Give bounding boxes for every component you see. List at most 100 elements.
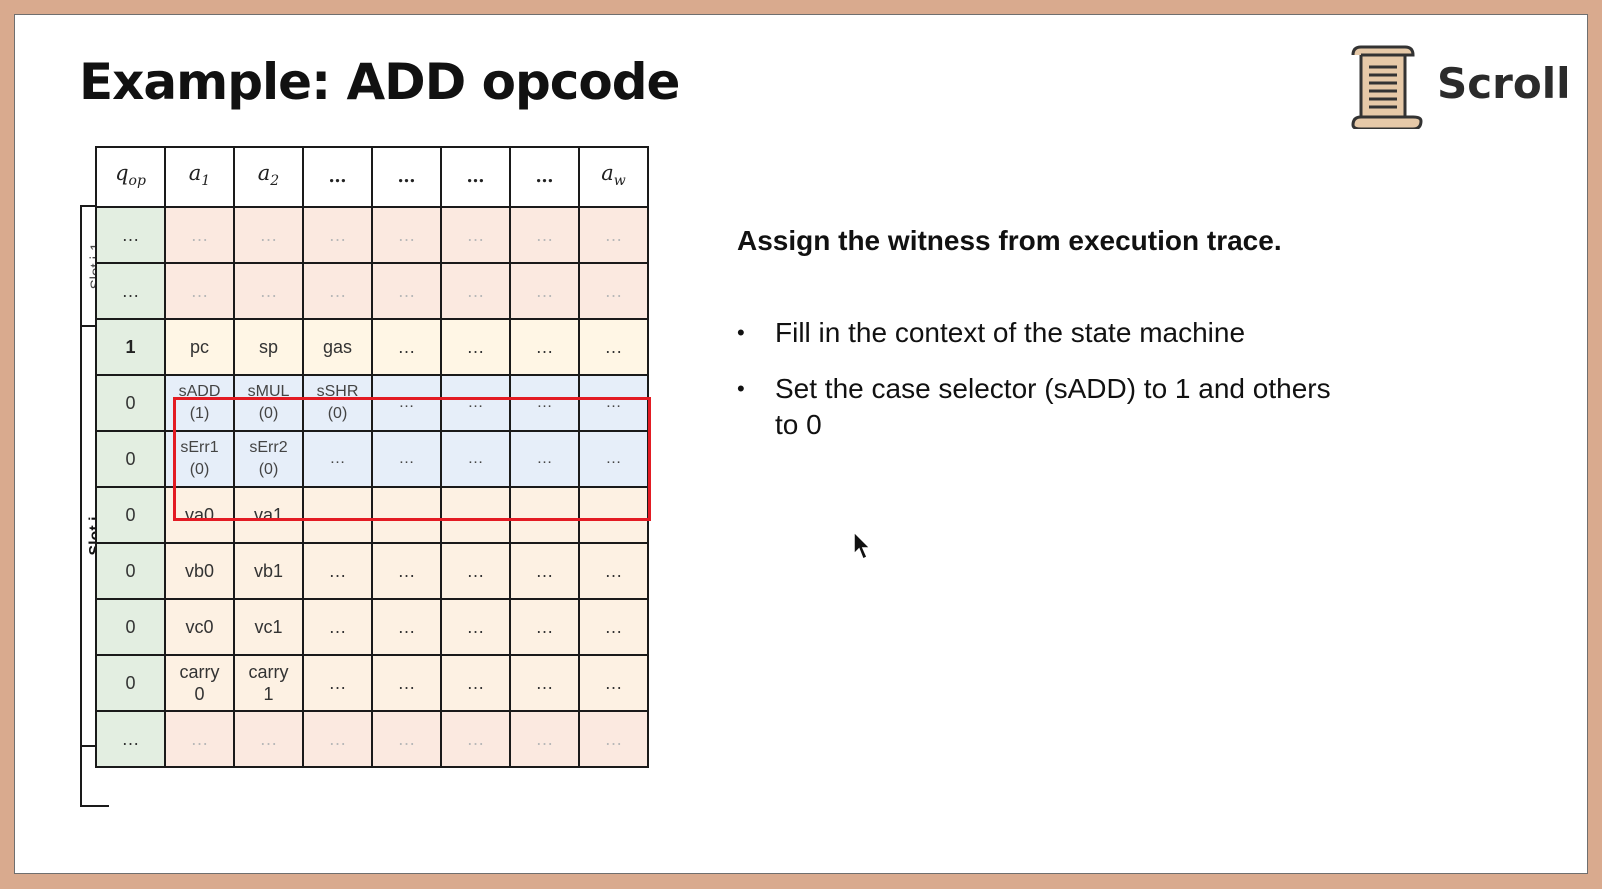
cell-line: carry [248, 662, 289, 682]
cell-q-op: 0 [95, 598, 166, 656]
table-cell: sErr1 (0) [164, 430, 235, 488]
table-cell: … [302, 654, 373, 712]
bullet-glyph: • [737, 376, 745, 401]
table-row: …………………… [95, 206, 649, 264]
cell-line: (0) [189, 461, 210, 478]
table-cell: … [371, 710, 442, 768]
cell-q-op: 0 [95, 430, 166, 488]
table-cell: … [302, 262, 373, 320]
table-cell: … [302, 598, 373, 656]
table-cell: … [509, 374, 580, 432]
table-cell: … [371, 262, 442, 320]
table-cell: vc0 [164, 598, 235, 656]
table-cell: … [371, 542, 442, 600]
table-cell: … [371, 430, 442, 488]
table-row: 0 sADD (1) sMUL (0) sSHR (0)………… [95, 374, 649, 432]
scroll-icon [1351, 45, 1423, 129]
cell-line: sSHR [316, 383, 359, 400]
table-cell: … [509, 542, 580, 600]
cell-q-op: … [95, 262, 166, 320]
header-ellipsis: … [509, 146, 580, 208]
table-row: 0 carry 0 carry 1…………… [95, 654, 649, 712]
table-cell: … [302, 486, 373, 544]
table-cell: … [440, 542, 511, 600]
cell-line: (0) [327, 405, 348, 422]
table-cell: sADD (1) [164, 374, 235, 432]
cell-line: (0) [258, 461, 279, 478]
table-cell: … [371, 318, 442, 376]
cell-line: 1 [263, 684, 274, 704]
table-cell: … [509, 206, 580, 264]
table-cell: … [440, 206, 511, 264]
cell-line: sErr1 [180, 439, 219, 456]
cell-q-op: 0 [95, 654, 166, 712]
table-header-row: qop a1 a2 … … … … aw [95, 146, 649, 208]
header-ellipsis: … [302, 146, 373, 208]
table-cell: vb0 [164, 542, 235, 600]
cell-q-op: … [95, 206, 166, 264]
slide: Example: ADD opcode Scroll Slot i-1 Slot… [14, 14, 1588, 874]
table-cell: sErr2 (0) [233, 430, 304, 488]
table-cell: vc1 [233, 598, 304, 656]
table-cell: … [371, 598, 442, 656]
table-cell: … [440, 318, 511, 376]
cell-q-op: 0 [95, 542, 166, 600]
table-cell: sMUL (0) [233, 374, 304, 432]
slide-title: Example: ADD opcode [79, 53, 680, 111]
header-q-op: qop [95, 146, 166, 208]
bullet-glyph: • [737, 320, 745, 345]
table-row: 0 sErr1 (0) sErr2 (0)…………… [95, 430, 649, 488]
table-cell: … [164, 710, 235, 768]
table-cell: … [440, 654, 511, 712]
table-cell: … [164, 262, 235, 320]
header-ellipsis: … [440, 146, 511, 208]
table-cell: va0 [164, 486, 235, 544]
table-cell: … [578, 654, 649, 712]
header-ellipsis: … [371, 146, 442, 208]
table-cell: … [509, 430, 580, 488]
table-cell: … [440, 262, 511, 320]
table-cell: gas [302, 318, 373, 376]
table-cell: … [578, 542, 649, 600]
table-cell: … [578, 598, 649, 656]
table-cell: … [509, 598, 580, 656]
witness-table: qop a1 a2 … … … … aw ………………………………………… 1 pc… [95, 146, 649, 768]
cell-line: sErr2 [249, 439, 288, 456]
table-cell: … [509, 710, 580, 768]
bullet-item: • Set the case selector (sADD) to 1 and … [737, 371, 1357, 443]
table-cell: … [302, 206, 373, 264]
header-a2: a2 [233, 146, 304, 208]
table-cell: … [578, 430, 649, 488]
table-cell: sSHR (0) [302, 374, 373, 432]
table-cell: … [302, 710, 373, 768]
table-cell: … [440, 430, 511, 488]
table-cell: … [371, 206, 442, 264]
cell-q-op: 0 [95, 374, 166, 432]
table-cell: carry 0 [164, 654, 235, 712]
table-cell: … [371, 486, 442, 544]
bullet-text: Set the case selector (sADD) to 1 and ot… [775, 373, 1331, 440]
header-a1: a1 [164, 146, 235, 208]
cell-line: carry [179, 662, 220, 682]
cell-line: sADD [178, 383, 221, 400]
table-cell: sp [233, 318, 304, 376]
table-cell: … [509, 486, 580, 544]
table-cell: va1 [233, 486, 304, 544]
table-cell: … [509, 654, 580, 712]
logo-text: Scroll [1437, 59, 1571, 108]
cell-q-op: 0 [95, 486, 166, 544]
table-cell: … [164, 206, 235, 264]
table-cell: pc [164, 318, 235, 376]
table-cell: … [440, 374, 511, 432]
table-cell: … [440, 710, 511, 768]
table-row: …………………… [95, 262, 649, 320]
table-cell: … [578, 374, 649, 432]
table-cell: … [578, 486, 649, 544]
table-cell: … [233, 262, 304, 320]
table-cell: … [233, 206, 304, 264]
cell-line: (1) [189, 405, 210, 422]
content-heading: Assign the witness from execution trace. [737, 225, 1282, 256]
table-cell: … [233, 710, 304, 768]
table-cell: … [440, 486, 511, 544]
table-cell: carry 1 [233, 654, 304, 712]
